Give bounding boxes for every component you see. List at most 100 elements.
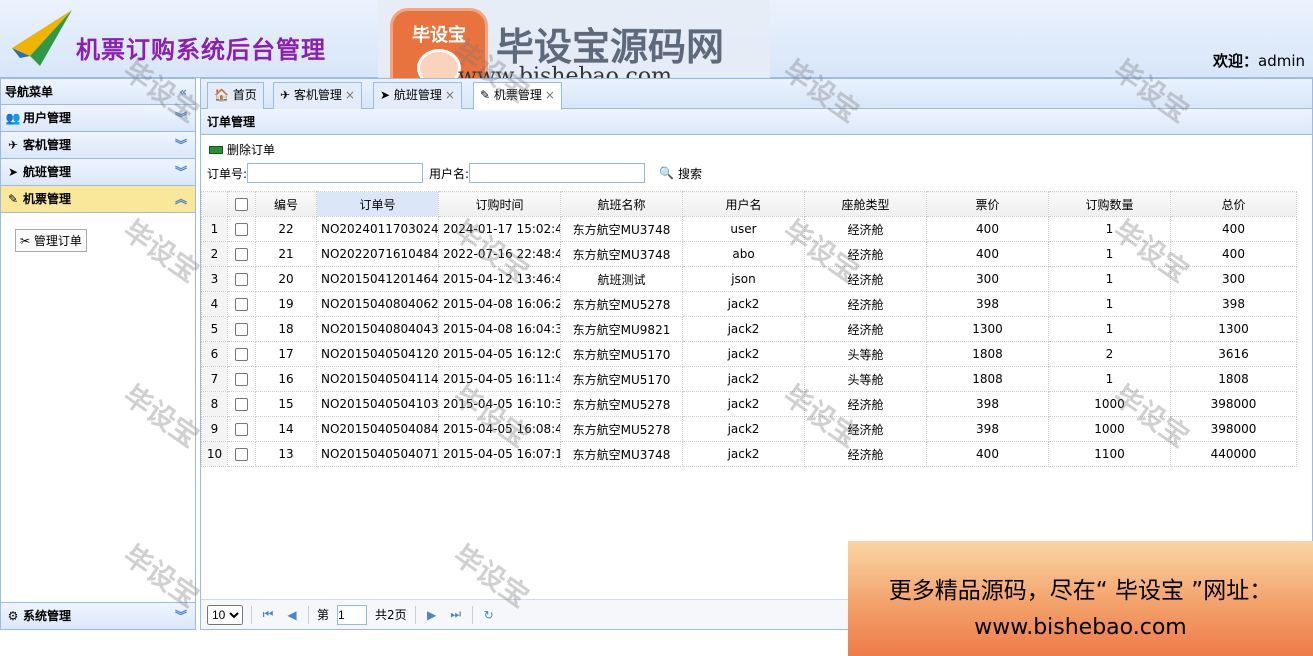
cell-order: NO20220716104844 [316,241,439,267]
chevron-down-icon[interactable]: ︾ [175,132,187,158]
flight-icon: ➤ [380,88,391,102]
sidebar-item-tickets[interactable]: ✎ 机票管理 ︽ [1,186,195,213]
cell-order: NO20150408040431 [316,316,439,342]
divider [308,605,309,624]
table-row[interactable]: 10 13 NO20150405040712 2015-04-05 16:07:12 东… [201,441,1297,467]
refresh-icon[interactable]: ↻ [481,608,497,622]
collapse-sidebar-icon[interactable]: « [179,79,187,105]
cell-qty: 1 [1048,241,1171,267]
sidebar-item-label: 系统管理 [23,609,72,623]
table-row[interactable]: 4 19 NO20150408040623 2015-04-08 16:06:23 东方… [201,291,1297,317]
row-checkbox[interactable] [227,441,256,467]
panel-title: 订单管理 [201,109,1312,135]
cell-order: NO20150405040712 [316,441,439,467]
sidebar-item-users[interactable]: 👥 用户管理 ︾ [1,105,195,132]
column-header[interactable]: 航班名称 [560,191,683,217]
row-checkbox[interactable] [227,241,256,267]
cell-price: 1808 [926,366,1049,392]
delete-order-button[interactable]: 删除订单 [209,141,275,158]
tab-tickets[interactable]: ✎ 机票管理 × [473,82,562,110]
row-checkbox[interactable] [227,341,256,367]
table-row[interactable]: 6 17 NO20150405041207 2015-04-05 16:12:07 东方… [201,341,1297,367]
column-header[interactable]: 订单号 [316,191,439,217]
cell-id: 20 [255,266,317,292]
table-row[interactable]: 1 22 NO20240117030243 2024-01-17 15:02:44 东方… [201,216,1297,242]
row-checkbox[interactable] [227,291,256,317]
table-row[interactable]: 7 16 NO20150405041145 2015-04-05 16:11:45 东方… [201,366,1297,392]
column-header[interactable]: 总价 [1170,191,1297,217]
cell-qty: 1 [1048,291,1171,317]
row-checkbox[interactable] [227,216,256,242]
cell-cabin: 头等舱 [804,341,927,367]
column-header[interactable]: 票价 [926,191,1049,217]
cell-id: 17 [255,341,317,367]
chevron-down-icon[interactable]: ︾ [175,105,187,131]
divider [471,605,473,624]
sidebar-title-label: 导航菜单 [5,85,54,99]
sidebar-item-flights[interactable]: ➤ 航班管理 ︾ [1,159,195,186]
search-button[interactable]: 🔍 搜索 [659,165,702,182]
row-number: 10 [201,441,228,467]
column-header[interactable]: 用户名 [682,191,805,217]
cell-user: jack2 [682,341,805,367]
sidebar-item-label: 用户管理 [23,111,72,125]
cell-cabin: 经济舱 [804,441,927,467]
cell-cabin: 经济舱 [804,291,927,317]
row-number: 5 [201,316,228,342]
column-header[interactable]: 编号 [255,191,317,217]
table-row[interactable]: 5 18 NO20150408040431 2015-04-08 16:04:31 东方… [201,316,1297,342]
table-row[interactable]: 3 20 NO20150412014648 2015-04-12 13:46:48 航班… [201,266,1297,292]
row-checkbox[interactable] [227,266,256,292]
tab-home[interactable]: 🏠 首页 [207,82,264,109]
row-checkbox[interactable] [227,391,256,417]
close-icon[interactable]: × [345,88,355,102]
ticket-icon: ✎ [7,192,19,206]
cell-time: 2015-04-05 16:07:12 [438,441,561,467]
table-row[interactable]: 9 14 NO20150405040849 2015-04-05 16:08:49 东方… [201,416,1297,442]
row-checkbox[interactable] [227,416,256,442]
table-row[interactable]: 2 21 NO20220716104844 2022-07-16 22:48:44 东方… [201,241,1297,267]
manage-orders-link[interactable]: ✂ 管理订单 [15,229,87,252]
column-header[interactable]: 订购数量 [1048,191,1171,217]
cell-order: NO20150405041145 [316,366,439,392]
tools-icon: ✂ [20,234,31,248]
sidebar-item-system[interactable]: ⚙ 系统管理 ︾ [1,602,195,629]
prev-page-icon[interactable]: ◀ [284,608,300,622]
row-checkbox[interactable] [227,366,256,392]
cell-cabin: 头等舱 [804,366,927,392]
cell-price: 398 [926,391,1049,417]
cell-flight: 东方航空MU5278 [560,291,683,317]
column-header[interactable]: 座舱类型 [804,191,927,217]
sidebar-item-planes[interactable]: ✈ 客机管理 ︾ [1,132,195,159]
divider [414,605,416,624]
chevron-down-icon[interactable]: ︾ [175,159,187,185]
last-page-icon[interactable]: ⏭ [448,607,464,622]
first-page-icon[interactable]: ⏮ [260,607,276,622]
cell-user: jack2 [682,291,805,317]
cell-order: NO20150405041207 [316,341,439,367]
cell-order: NO20150412014648 [316,266,439,292]
cell-time: 2015-04-12 13:46:48 [438,266,561,292]
order-no-input[interactable] [247,163,424,183]
chevron-up-icon[interactable]: ︽ [175,186,187,212]
column-header[interactable]: 订购时间 [438,191,561,217]
row-checkbox[interactable] [227,316,256,342]
page-size-select[interactable]: 10 [207,604,243,625]
manage-orders-label: 管理订单 [33,234,82,248]
table-row[interactable]: 8 15 NO20150405041031 2015-04-05 16:10:31 东方… [201,391,1297,417]
username-input[interactable] [469,163,646,183]
divider [251,605,252,624]
promo-text: 更多精品源码，尽在“ 毕设宝 ”网址： [888,578,1273,604]
close-icon[interactable]: × [545,88,555,102]
tab-planes[interactable]: ✈ 客机管理 × [273,82,362,109]
cell-time: 2015-04-05 16:10:31 [438,391,561,417]
promo-url: www.bishebao.com [974,615,1187,640]
page-number-input[interactable] [337,604,368,625]
chevron-down-icon[interactable]: ︾ [175,603,187,629]
next-page-icon[interactable]: ▶ [424,608,440,622]
select-all-checkbox[interactable] [227,191,256,217]
tab-flights[interactable]: ➤ 航班管理 × [373,82,462,109]
close-icon[interactable]: × [445,88,455,102]
cell-total: 1808 [1170,366,1297,392]
tab-label: 客机管理 [293,88,342,102]
